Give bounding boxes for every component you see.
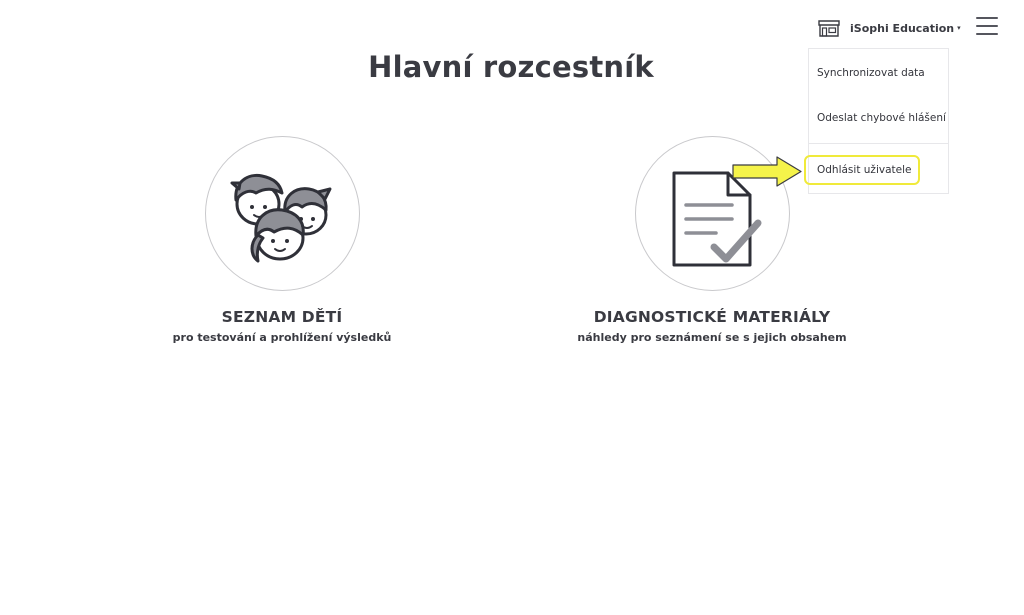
store-icon bbox=[818, 20, 840, 37]
diagnostic-materials-subtitle: náhledy pro seznámení se s jejich obsahe… bbox=[577, 331, 847, 344]
send-bug-report-menu-item[interactable]: Odeslat chybové hlášení bbox=[817, 112, 946, 124]
page-title: Hlavní rozcestník bbox=[368, 50, 654, 84]
arrow-right-icon bbox=[732, 156, 802, 187]
children-faces-icon bbox=[230, 173, 331, 263]
children-list-title: SEZNAM DĚTÍ bbox=[221, 308, 343, 326]
main-hub-page: iSophi Education ▾ Hlavní rozcestník SEZ… bbox=[0, 0, 1024, 615]
dropdown-divider bbox=[809, 143, 948, 144]
organization-name: iSophi Education bbox=[850, 21, 955, 35]
children-list-circle bbox=[204, 136, 360, 291]
logout-highlight-box bbox=[804, 155, 920, 185]
diagnostic-materials-title: DIAGNOSTICKÉ MATERIÁLY bbox=[593, 308, 831, 326]
sync-data-menu-item[interactable]: Synchronizovat data bbox=[817, 67, 925, 79]
hamburger-menu-icon[interactable] bbox=[976, 17, 998, 37]
children-list-subtitle: pro testování a prohlížení výsledků bbox=[172, 331, 392, 344]
children-list-card[interactable]: SEZNAM DĚTÍ pro testování a prohlížení v… bbox=[132, 136, 432, 344]
chevron-down-icon: ▾ bbox=[957, 24, 961, 32]
organization-switcher[interactable]: iSophi Education ▾ bbox=[818, 16, 961, 40]
